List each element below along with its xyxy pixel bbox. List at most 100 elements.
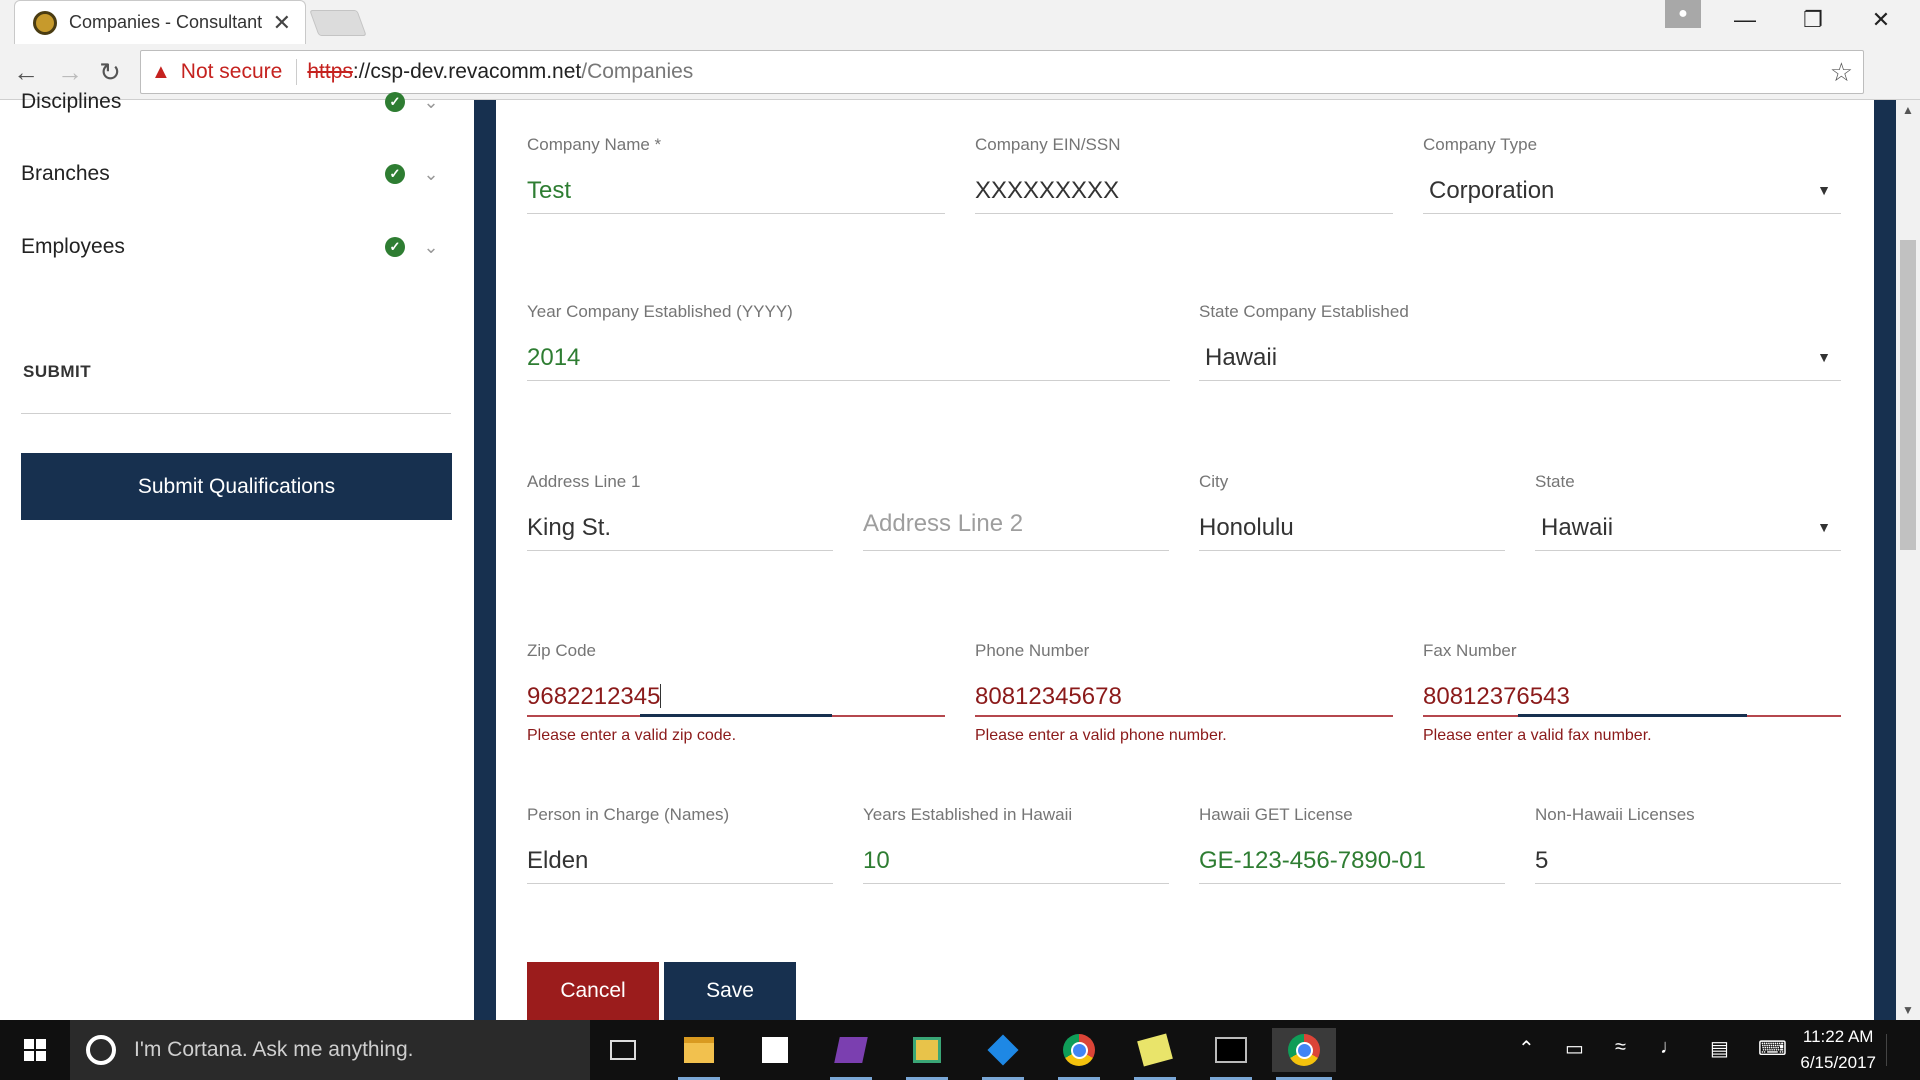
person-in-charge-field[interactable]: Person in Charge (Names) Elden [527,805,833,885]
company-ein-input[interactable]: XXXXXXXXX [975,177,1393,207]
phone-number-field[interactable]: Phone Number 80812345678 Please enter a … [975,641,1393,751]
company-name-field[interactable]: Company Name * Test [527,135,945,215]
command-prompt-icon[interactable] [1206,1028,1256,1080]
sticky-notes-icon[interactable] [1130,1028,1180,1080]
show-desktop-button[interactable] [1886,1034,1916,1066]
scroll-down-icon[interactable]: ▼ [1896,1000,1920,1020]
check-circle-icon: ✓ [385,92,405,112]
sidebar-item-branches[interactable]: Branches ✓ ⌄ [21,154,441,194]
tab-title: Companies - Consultant [69,12,263,32]
fax-number-input[interactable]: 80812376543 [1423,683,1841,713]
cortana-placeholder: I'm Cortana. Ask me anything. [134,1038,414,1061]
company-type-value[interactable]: Corporation [1423,177,1841,207]
field-underline [527,883,833,884]
field-underline [1535,550,1841,551]
field-focus-bar [1518,714,1747,717]
years-in-hawaii-field[interactable]: Years Established in Hawaii 10 [863,805,1169,885]
git-client-icon[interactable] [978,1028,1028,1080]
address-line-1-field[interactable]: Address Line 1 King St. [527,472,833,552]
submit-qualifications-button[interactable]: Submit Qualifications [21,453,452,520]
person-in-charge-input[interactable]: Elden [527,847,833,877]
taskbar-clock[interactable]: 11:22 AM 6/15/2017 [1800,1024,1876,1076]
chevron-down-icon[interactable]: ⌄ [421,237,441,258]
cortana-icon [86,1035,116,1065]
url-separator: :// [352,60,371,83]
chevron-down-icon[interactable]: ⌄ [421,164,441,185]
address-line-1-input[interactable]: King St. [527,514,833,544]
non-hawaii-licenses-field[interactable]: Non-Hawaii Licenses 5 [1535,805,1841,885]
save-button[interactable]: Save [664,962,796,1020]
company-type-select[interactable]: Company Type Corporation ▼ [1423,135,1841,215]
bookmark-star-icon[interactable]: ☆ [1830,57,1853,88]
field-underline [527,213,945,214]
sidebar-item-employees[interactable]: Employees ✓ ⌄ [21,227,441,267]
company-name-input[interactable]: Test [527,177,945,207]
windows-logo-icon [24,1039,46,1061]
address-line-2-field[interactable]: Address Line 2 [863,472,1169,552]
windows-start-button[interactable] [0,1020,70,1080]
zip-code-field[interactable]: Zip Code 9682212345 Please enter a valid… [527,641,945,751]
field-underline [863,550,1169,551]
year-established-input[interactable]: 2014 [527,344,1170,374]
cortana-search-box[interactable]: I'm Cortana. Ask me anything. [70,1020,590,1080]
battery-icon[interactable]: ▭ [1565,1036,1584,1061]
profile-icon[interactable]: ● [1665,0,1701,28]
city-input[interactable]: Honolulu [1199,514,1505,544]
sidebar-item-disciplines[interactable]: Disciplines ✓ ⌄ [21,82,441,122]
address-line-2-input[interactable]: Address Line 2 [863,510,1169,540]
field-underline [863,883,1169,884]
non-hawaii-licenses-input[interactable]: 5 [1535,847,1841,877]
volume-muted-icon[interactable]: ♩ [1660,1036,1680,1059]
browser-tab[interactable]: Companies - Consultant ✕ [14,0,306,44]
field-underline [527,380,1170,381]
close-tab-icon[interactable]: ✕ [273,10,291,36]
scroll-up-icon[interactable]: ▲ [1896,100,1920,120]
submit-heading: SUBMIT [23,362,92,381]
state-established-value[interactable]: Hawaii [1199,344,1841,374]
sidebar-item-label: Employees [21,235,125,258]
windows-taskbar: I'm Cortana. Ask me anything. ⌃ ▭ ≈ ♩ ▤ … [0,1020,1920,1080]
page-scrollbar[interactable]: ▲ ▼ [1896,100,1920,1020]
caret-down-icon[interactable]: ▼ [1817,182,1831,198]
restore-icon[interactable]: ❐ [1780,0,1846,40]
state-select[interactable]: State Hawaii ▼ [1535,472,1841,552]
task-view-icon[interactable] [598,1028,648,1072]
cancel-button[interactable]: Cancel [527,962,659,1020]
scrollbar-thumb[interactable] [1900,240,1916,550]
company-ein-field[interactable]: Company EIN/SSN XXXXXXXXX [975,135,1393,215]
visual-studio-icon[interactable] [826,1028,876,1080]
phone-number-input[interactable]: 80812345678 [975,683,1393,713]
caret-down-icon[interactable]: ▼ [1817,519,1831,535]
wifi-icon[interactable]: ≈ [1615,1036,1626,1059]
field-underline [1199,883,1505,884]
not-secure-label[interactable]: Not secure [181,60,283,84]
fax-number-field[interactable]: Fax Number 80812376543 Please enter a va… [1423,641,1841,751]
chevron-up-icon[interactable]: ⌃ [1518,1036,1535,1061]
chrome-icon[interactable] [1054,1028,1104,1080]
get-license-field[interactable]: Hawaii GET License GE-123-456-7890-01 [1199,805,1505,885]
slack-icon[interactable] [902,1028,952,1080]
caret-down-icon[interactable]: ▼ [1817,349,1831,365]
years-in-hawaii-input[interactable]: 10 [863,847,1169,877]
field-label: Company Name * [527,135,662,154]
chrome-active-icon[interactable] [1272,1028,1336,1080]
file-explorer-icon[interactable] [674,1028,724,1080]
zip-code-error: Please enter a valid zip code. [527,727,737,744]
field-label: Hawaii GET License [1199,805,1353,824]
get-license-input[interactable]: GE-123-456-7890-01 [1199,847,1505,877]
state-established-select[interactable]: State Company Established Hawaii ▼ [1199,302,1841,382]
zip-code-input[interactable]: 9682212345 [527,683,945,713]
chevron-down-icon[interactable]: ⌄ [421,92,441,113]
notifications-icon[interactable]: ▤ [1710,1036,1729,1061]
city-field[interactable]: City Honolulu [1199,472,1505,552]
store-icon[interactable] [750,1028,800,1072]
keyboard-icon[interactable]: ⌨ [1758,1036,1787,1061]
field-label: Person in Charge (Names) [527,805,730,824]
new-tab-button[interactable] [309,10,367,36]
close-window-icon[interactable]: ✕ [1848,0,1914,40]
field-label: Zip Code [527,641,596,660]
minimize-icon[interactable]: — [1712,0,1778,40]
field-underline [1535,883,1841,884]
year-established-field[interactable]: Year Company Established (YYYY) 2014 [527,302,1170,382]
state-value[interactable]: Hawaii [1535,514,1841,544]
